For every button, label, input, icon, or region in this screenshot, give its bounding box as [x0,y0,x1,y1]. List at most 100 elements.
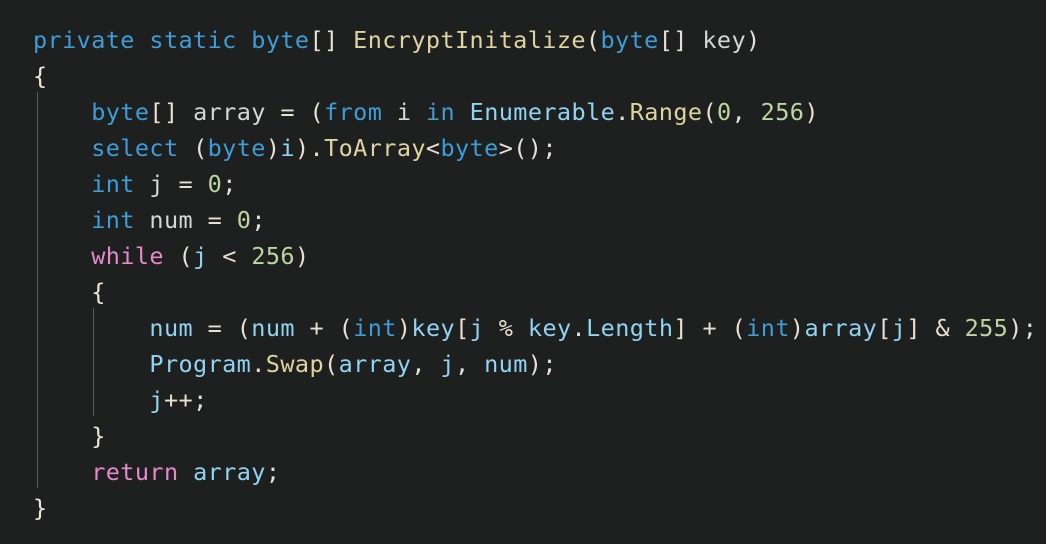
code-token: ] [673,314,688,342]
code-token: 255 [964,314,1009,342]
code-token: % [498,314,514,342]
code-token: [] [658,26,688,54]
code-token: } [91,422,106,450]
code-token: ++ [163,386,194,414]
code-token: array [804,314,878,342]
code-line[interactable]: int j = 0; [0,166,1046,202]
code-token: ; [251,206,266,234]
code-token: byte [600,26,659,54]
code-token: . [615,98,630,126]
code-token: ) [294,242,310,270]
code-token: [] [149,98,179,126]
code-token: ( [193,134,208,162]
code-token: key [411,314,456,342]
code-token: array [338,350,412,378]
code-line[interactable]: private static byte[] EncryptInitalize(b… [0,22,1046,58]
code-token: i [280,134,295,162]
code-token: num [149,314,194,342]
code-line[interactable]: select (byte)i).ToArray<byte>(); [0,130,1046,166]
code-token: byte [91,98,150,126]
code-line[interactable]: j++; [0,382,1046,418]
code-line[interactable]: } [0,490,1046,526]
code-line[interactable]: byte[] array = (from i in Enumerable.Ran… [0,94,1046,130]
code-body[interactable]: private static byte[] EncryptInitalize(b… [0,22,1046,526]
code-token: ( [702,98,717,126]
code-token: ( [236,314,252,342]
code-token: ( [309,98,325,126]
code-token: () [513,134,543,162]
code-token: num [149,206,194,234]
code-line[interactable]: return array; [0,454,1046,490]
code-token: byte [207,134,266,162]
code-line[interactable]: int num = 0; [0,202,1046,238]
code-line[interactable]: num = (num + (int)key[j % key.Length] + … [0,310,1046,346]
code-token: int [91,170,135,198]
code-token: = [207,206,223,234]
code-token: = [207,314,223,342]
code-line[interactable]: { [0,274,1046,310]
code-token: int [353,314,397,342]
code-token: + [702,314,718,342]
code-token: int [91,206,135,234]
code-token: byte [251,26,310,54]
code-token: ) [746,26,761,54]
code-line[interactable]: { [0,58,1046,94]
code-token: static [149,26,237,54]
code-token: ( [338,314,354,342]
code-token: in [425,98,456,126]
code-token: . [309,134,325,162]
code-token: , [731,98,761,126]
code-token: int [746,314,790,342]
code-token: select [91,134,179,162]
code-line[interactable]: Program.Swap(array, j, num); [0,346,1046,382]
code-token: = [178,170,194,198]
code-token: array [193,98,266,126]
code-line[interactable]: while (j < 256) [0,238,1046,274]
code-token: ) [527,350,543,378]
code-token: { [33,62,48,90]
code-token: Enumerable [469,98,616,126]
code-token: EncryptInitalize [353,26,586,54]
code-token: ) [1008,314,1023,342]
code-token: j [469,314,485,342]
code-token: Program [149,350,252,378]
code-token: j [149,170,164,198]
code-editor[interactable]: private static byte[] EncryptInitalize(b… [0,0,1046,544]
code-token: < [222,242,237,270]
code-token: ; [222,170,237,198]
code-token: > [498,134,514,162]
code-token: ( [585,26,601,54]
code-token: [] [309,26,339,54]
code-token: Range [629,98,703,126]
code-token: ; [542,350,557,378]
code-token: + [309,314,325,342]
code-token: ) [789,314,805,342]
code-token: from [324,98,383,126]
code-token: 0 [717,98,732,126]
code-token: return [91,458,179,486]
code-line[interactable]: } [0,418,1046,454]
code-token: & [935,314,950,342]
code-token: . [571,314,587,342]
code-token: [ [455,314,470,342]
code-token: ; [1022,314,1038,342]
code-token: ; [542,134,557,162]
